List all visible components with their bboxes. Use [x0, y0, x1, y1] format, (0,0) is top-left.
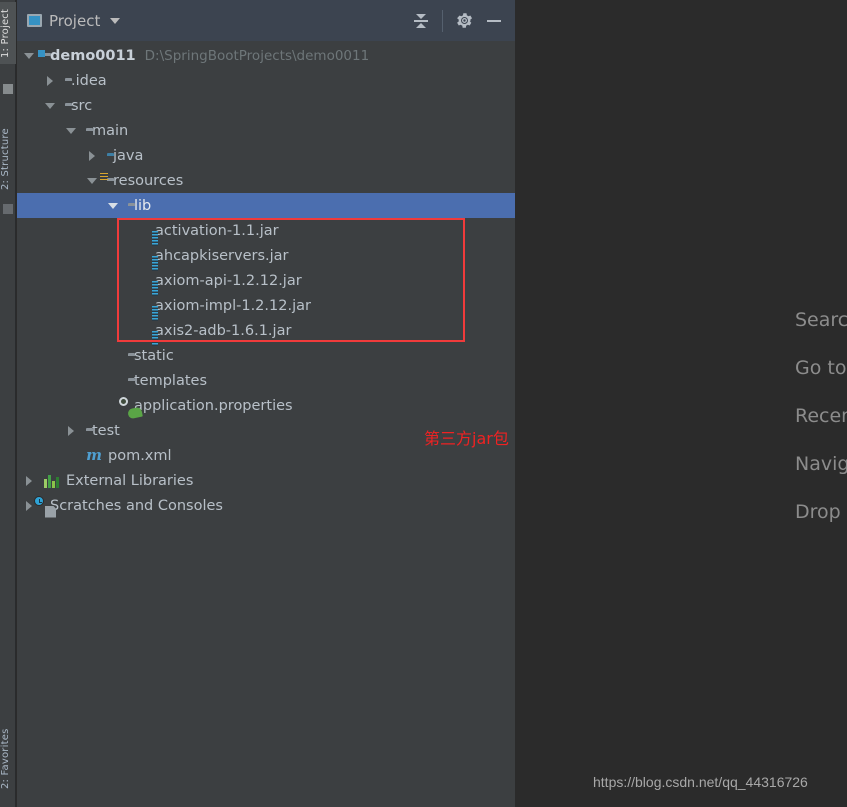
tree-row[interactable]: static — [17, 343, 515, 368]
tree-row-label: static — [134, 347, 174, 364]
stripe-tab-favorites[interactable]: 2: Favorites — [0, 716, 16, 802]
tree-row[interactable]: main — [17, 118, 515, 143]
editor-hint: Drop files here to open them — [795, 501, 847, 523]
editor-hint: Recent Files — [795, 405, 847, 427]
project-tool-window-actions — [408, 8, 507, 34]
tree-row[interactable]: axiom-impl-1.2.12.jar — [17, 293, 515, 318]
twisty-expanded-icon[interactable] — [65, 124, 78, 137]
twisty-collapsed-icon[interactable] — [86, 149, 99, 162]
project-tool-window-header: Project — [17, 0, 515, 41]
tree-row[interactable]: demo0011 D:\SpringBootProjects\demo0011 — [17, 43, 515, 68]
twisty-collapsed-icon[interactable] — [65, 424, 78, 437]
settings-button[interactable] — [451, 8, 477, 34]
editor-hint-list: Search Everywhere Go to File Recent Files N… — [795, 296, 847, 536]
twisty-collapsed-icon[interactable] — [44, 74, 57, 87]
twisty-expanded-icon[interactable] — [107, 199, 120, 212]
annotation-note: 第三方jar包 — [424, 429, 509, 448]
minimize-icon — [487, 19, 501, 22]
project-tool-window-title: Project — [49, 11, 101, 30]
tree-row[interactable]: External Libraries — [17, 468, 515, 493]
project-view-selector[interactable]: Project — [27, 12, 408, 30]
tree-row[interactable]: src — [17, 93, 515, 118]
tree-row-label: axiom-api-1.2.12.jar — [155, 272, 302, 289]
tree-row-label: src — [71, 97, 93, 114]
tree-row-label: java — [113, 147, 144, 164]
tree-row-label: axis2-adb-1.6.1.jar — [155, 322, 292, 339]
stripe-square-1 — [3, 84, 13, 94]
tree-row[interactable]: activation-1.1.jar — [17, 218, 515, 243]
tree-row[interactable]: axis2-adb-1.6.1.jar — [17, 318, 515, 343]
tree-row-label: main — [92, 122, 129, 139]
hide-button[interactable] — [481, 8, 507, 34]
tree-row-label: External Libraries — [66, 472, 194, 489]
tree-row[interactable]: application.properties — [17, 393, 515, 419]
project-tool-window: Project demo0011 D:\SpringBootProjects\d… — [17, 0, 516, 807]
tree-row[interactable]: .idea — [17, 68, 515, 93]
editor-hint: Navigation Bar — [795, 453, 847, 475]
gear-icon — [456, 13, 472, 28]
tree-row-label: pom.xml — [108, 447, 172, 464]
stripe-square-2 — [3, 204, 13, 214]
tree-row-path: D:\SpringBootProjects\demo0011 — [144, 47, 370, 64]
tree-row-label: application.properties — [134, 397, 293, 414]
tree-row-label: Scratches and Consoles — [50, 497, 223, 514]
toolbar-separator — [442, 9, 443, 32]
editor-hint: Search Everywhere — [795, 309, 847, 331]
watermark: https://blog.csdn.net/qq_44316726 — [593, 774, 808, 790]
tree-row-label: activation-1.1.jar — [155, 222, 279, 239]
ide-window: 1: Project 2: Structure 2: Favorites Pro… — [0, 0, 847, 807]
tree-row-label: .idea — [71, 72, 107, 89]
twisty-expanded-icon[interactable] — [44, 99, 57, 112]
tree-row[interactable]: axiom-api-1.2.12.jar — [17, 268, 515, 293]
tree-row-label: axiom-impl-1.2.12.jar — [155, 297, 311, 314]
project-window-icon — [27, 14, 42, 27]
tree-row[interactable]: Scratches and Consoles — [17, 493, 515, 518]
external-libraries-icon — [44, 474, 60, 488]
stripe-tab-project[interactable]: 1: Project — [0, 2, 16, 64]
tree-row-label: demo0011 — [50, 47, 136, 64]
collapse-all-button[interactable] — [408, 8, 434, 34]
tree-row-label: test — [92, 422, 120, 439]
chevron-down-icon[interactable] — [110, 17, 121, 24]
stripe-tab-structure[interactable]: 2: Structure — [0, 118, 16, 200]
tree-row[interactable]: resources — [17, 168, 515, 193]
twisty-expanded-icon[interactable] — [23, 49, 36, 62]
collapse-all-icon — [413, 13, 429, 29]
tool-window-stripe-left: 1: Project 2: Structure 2: Favorites — [0, 0, 16, 807]
editor-empty-area: Search Everywhere Go to File Recent Files N… — [517, 0, 847, 807]
tree-row-label: resources — [113, 172, 184, 189]
tree-row-label: ahcapkiservers.jar — [155, 247, 289, 264]
twisty-collapsed-icon[interactable] — [23, 474, 36, 487]
tree-row[interactable]: java — [17, 143, 515, 168]
tree-row[interactable]: lib — [17, 193, 515, 218]
tree-row-label: templates — [134, 372, 208, 389]
twisty-expanded-icon[interactable] — [86, 174, 99, 187]
tree-row[interactable]: ahcapkiservers.jar — [17, 243, 515, 268]
tree-row-label: lib — [134, 197, 152, 214]
tree-row[interactable]: templates — [17, 368, 515, 393]
maven-pom-icon: m — [86, 446, 102, 464]
editor-hint: Go to File — [795, 357, 847, 379]
